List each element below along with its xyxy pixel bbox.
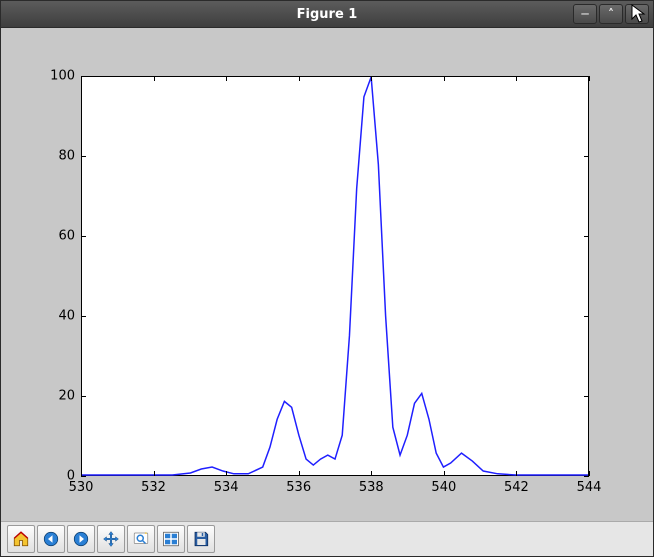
- x-tick-mark: [299, 471, 300, 476]
- forward-button[interactable]: [67, 525, 95, 553]
- y-tick-label: 40: [35, 309, 75, 324]
- y-tick-label: 80: [35, 149, 75, 164]
- y-tick-mark: [81, 156, 86, 157]
- pan-button[interactable]: [97, 525, 125, 553]
- close-button[interactable]: ✕: [625, 4, 649, 24]
- zoom-icon: [132, 530, 150, 548]
- subplots-button[interactable]: [157, 525, 185, 553]
- x-tick-mark: [154, 471, 155, 476]
- x-tick-label: 536: [279, 480, 319, 495]
- save-button[interactable]: [187, 525, 215, 553]
- x-tick-mark: [516, 471, 517, 476]
- back-button[interactable]: [37, 525, 65, 553]
- window-title: Figure 1: [1, 7, 653, 22]
- home-button[interactable]: [7, 525, 35, 553]
- y-tick-mark: [81, 476, 86, 477]
- client-area: 020406080100530532534536538540542544: [1, 28, 653, 556]
- y-tick-label: 20: [35, 389, 75, 404]
- x-tick-label: 538: [351, 480, 391, 495]
- y-tick-label: 60: [35, 229, 75, 244]
- zoom-button[interactable]: [127, 525, 155, 553]
- nav-toolbar: [1, 521, 653, 556]
- x-tick-label: 544: [569, 480, 609, 495]
- window-controls: ─ ˄ ✕: [573, 4, 649, 24]
- pan-icon: [102, 530, 120, 548]
- figure-window: Figure 1 ─ ˄ ✕ 0204060801005305325345365…: [0, 0, 654, 557]
- x-tick-label: 542: [496, 480, 536, 495]
- subplots-icon: [162, 530, 180, 548]
- x-tick-label: 530: [61, 480, 101, 495]
- plot-axes: [81, 76, 589, 476]
- x-tick-label: 540: [424, 480, 464, 495]
- maximize-button[interactable]: ˄: [599, 4, 623, 24]
- maximize-icon: ˄: [608, 8, 614, 20]
- back-icon: [42, 530, 60, 548]
- figure-canvas[interactable]: 020406080100530532534536538540542544: [7, 34, 647, 515]
- minimize-button[interactable]: ─: [573, 4, 597, 24]
- x-tick-label: 534: [206, 480, 246, 495]
- minimize-icon: ─: [581, 8, 588, 20]
- titlebar[interactable]: Figure 1 ─ ˄ ✕: [1, 1, 653, 28]
- y-tick-mark: [81, 396, 86, 397]
- x-tick-label: 532: [134, 480, 174, 495]
- save-icon: [192, 530, 210, 548]
- x-tick-mark: [371, 471, 372, 476]
- line-plot: [82, 77, 588, 475]
- x-tick-mark: [589, 471, 590, 476]
- x-tick-mark: [444, 471, 445, 476]
- y-tick-mark: [81, 316, 86, 317]
- home-icon: [12, 530, 30, 548]
- y-tick-label: 100: [35, 69, 75, 84]
- close-icon: ✕: [632, 8, 642, 20]
- forward-icon: [72, 530, 90, 548]
- y-tick-mark: [81, 236, 86, 237]
- x-tick-mark: [81, 471, 82, 476]
- x-tick-mark: [226, 471, 227, 476]
